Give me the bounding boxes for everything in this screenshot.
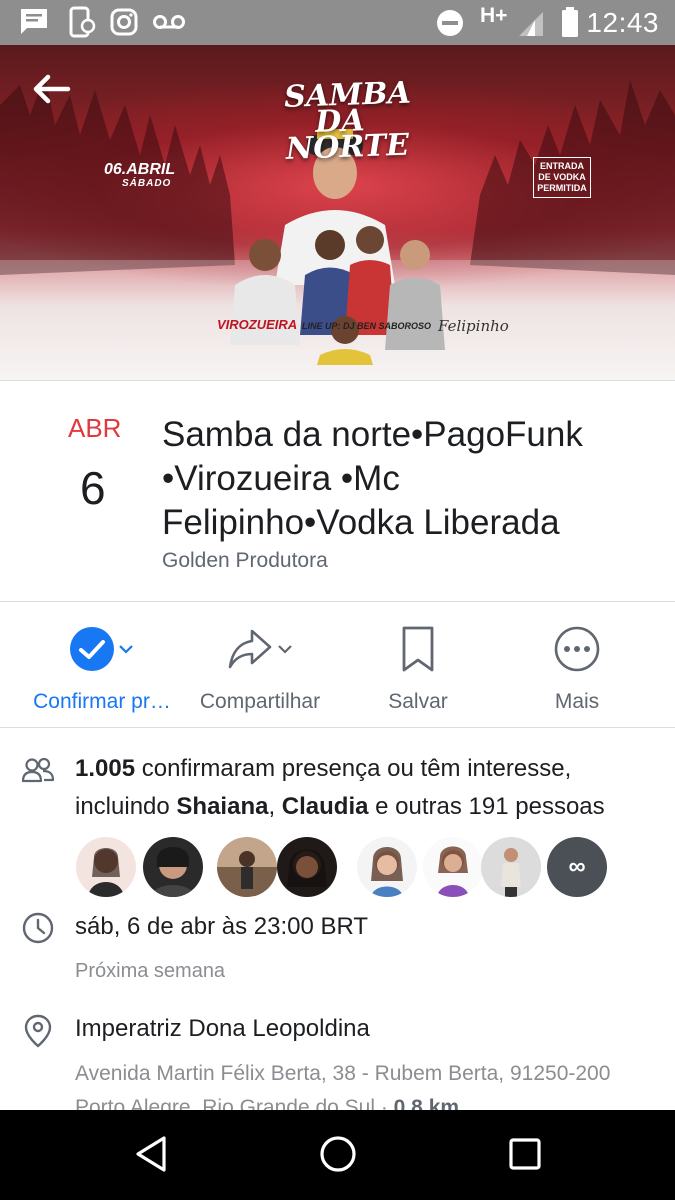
banner-title: SAMBA DA NORTE [283, 75, 412, 167]
share-label: Compartilhar [199, 690, 321, 713]
instagram-icon [110, 8, 138, 36]
attendance-separator: , [268, 793, 282, 820]
nav-recents-icon[interactable] [508, 1137, 542, 1171]
avatar[interactable] [277, 837, 337, 897]
clock-icon [22, 912, 54, 944]
avatar[interactable] [143, 837, 203, 897]
share-button[interactable]: Compartilhar [175, 624, 345, 714]
check-circle-icon [70, 627, 114, 671]
event-host[interactable]: Golden Produtora [162, 549, 328, 573]
do-not-disturb-icon [437, 10, 463, 36]
save-button[interactable]: Salvar [333, 624, 503, 714]
clock: 12:43 [586, 7, 659, 38]
phone-sync-icon [69, 6, 96, 38]
event-relative-time: Próxima semana [75, 960, 226, 982]
battery-icon [562, 7, 578, 37]
event-day: 6 [80, 462, 106, 514]
event-actions: Confirmar pr… Compartilhar Salvar Mais [0, 602, 675, 728]
rsvp-label: Confirmar pr… [33, 690, 171, 713]
network-type: H+ [480, 4, 508, 27]
nav-back-icon[interactable] [133, 1134, 169, 1174]
banner-weekday: SÁBADO [122, 178, 172, 189]
status-bar: H+ 12:43 [0, 0, 675, 45]
save-label: Salvar [388, 690, 448, 713]
more-icon [554, 626, 600, 672]
more-button[interactable]: Mais [492, 624, 662, 714]
voicemail-icon [153, 15, 185, 29]
venue-address: Avenida Martin Félix Berta, 38 - Rubem B… [75, 1062, 611, 1085]
avatar[interactable] [357, 837, 417, 897]
event-cover-image[interactable]: SAMBA DA NORTE 06.ABRIL SÁBADO ENTRADA D… [0, 45, 675, 380]
system-nav-bar [0, 1110, 675, 1200]
attendance-text-part: e outras 191 pessoas [368, 793, 605, 820]
banner-lineup: LINE UP: DJ BEN SABOROSO [302, 321, 432, 331]
banner-brand-left: VIROZUEIRA [217, 317, 298, 332]
event-header: ABR 6 Samba da norte•PagoFunk •Virozueir… [0, 380, 675, 602]
avatar[interactable] [217, 837, 277, 897]
attendee-name[interactable]: Shaiana [176, 793, 268, 820]
banner-date: 06.ABRIL SÁBADO [104, 161, 176, 191]
chevron-down-icon [278, 645, 292, 654]
nav-home-icon[interactable] [318, 1134, 358, 1174]
attendance-count: 1.005 [75, 755, 136, 782]
share-icon [228, 629, 272, 669]
people-icon [22, 757, 54, 783]
event-datetime: sáb, 6 de abr às 23:00 BRT [75, 913, 369, 940]
banner-date-day: 06.ABRIL [104, 161, 176, 178]
message-icon [21, 9, 47, 34]
banner-brand-right: Felipinho [438, 317, 509, 335]
attendance-text: 1.005 confirmaram presença ou têm intere… [75, 750, 660, 826]
event-title: Samba da norte•PagoFunk •Virozueira •Mc … [162, 415, 583, 542]
avatar[interactable] [76, 837, 136, 897]
banner-stamp: ENTRADA DE VODKA PERMITIDA [533, 157, 591, 198]
event-month: ABR [68, 413, 122, 443]
avatar[interactable] [423, 837, 483, 897]
attendee-name[interactable]: Claudia [282, 793, 369, 820]
signal-icon [519, 12, 543, 36]
more-attendees-button[interactable]: ∞ [547, 837, 607, 897]
back-arrow-icon[interactable] [32, 73, 72, 105]
location-pin-icon [24, 1014, 52, 1048]
chevron-down-icon [119, 645, 133, 654]
rsvp-button[interactable]: Confirmar pr… [17, 624, 187, 714]
avatar[interactable] [481, 837, 541, 897]
bookmark-icon [402, 626, 434, 672]
more-label: Mais [554, 690, 600, 713]
venue-name: Imperatriz Dona Leopoldina [75, 1015, 370, 1042]
